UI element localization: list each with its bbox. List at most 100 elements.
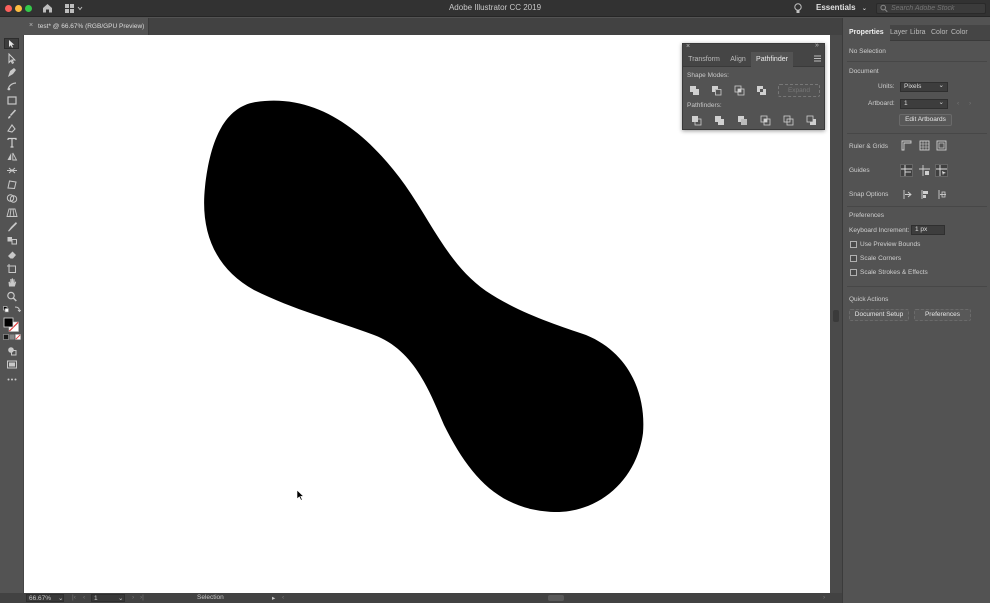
eraser-tool[interactable] [6,249,18,260]
color-mode-icons[interactable] [3,334,21,340]
panel-header[interactable]: × » [683,42,824,52]
previous-artboard-icon[interactable]: ‹ [957,100,959,107]
direct-selection-tool[interactable] [6,53,18,64]
document-setup-button[interactable]: Document Setup [849,309,909,321]
pen-tool[interactable] [6,67,18,78]
curvature-tool[interactable] [6,81,18,92]
units-dropdown[interactable]: Pixels ⌄ [900,82,948,92]
first-artboard-icon[interactable]: |‹ [72,594,76,601]
tab-properties[interactable]: Properties [843,25,890,41]
search-input[interactable] [891,4,983,13]
paintbrush-tool[interactable] [6,109,18,120]
next-artboard-icon[interactable]: › [969,100,971,107]
drawing-modes-icon[interactable] [6,345,18,356]
reflect-tool[interactable] [6,151,18,162]
snap-to-grid-icon[interactable] [919,189,930,200]
crop-icon[interactable] [760,115,771,126]
default-colors-icon[interactable] [3,306,21,315]
shape-modes-label: Shape Modes: [687,72,729,79]
close-panel-icon[interactable]: × [686,43,690,50]
keyboard-increment-label: Keyboard Increment: [849,227,910,234]
panel-menu-icon[interactable] [814,55,821,64]
artboard-tool[interactable] [6,263,18,274]
status-menu-arrow-icon[interactable]: ▸ [272,594,275,602]
minus-front-icon[interactable] [711,85,722,96]
use-preview-bounds-checkbox[interactable] [850,241,857,248]
hand-tool[interactable] [6,277,18,288]
unite-icon[interactable] [689,85,700,96]
current-tool-label: Selection [197,594,224,601]
scroll-right-icon[interactable]: › [823,594,825,601]
scale-corners-checkbox[interactable] [850,255,857,262]
shape-builder-tool[interactable] [6,193,18,204]
minus-back-icon[interactable] [806,115,817,126]
screen-mode-icon[interactable] [6,359,18,370]
properties-panel: Properties Layer Libra Color Color No Se… [842,18,990,603]
selection-status: No Selection [849,48,886,55]
eyedropper-tool[interactable] [6,221,18,232]
tab-transform[interactable]: Transform [683,52,725,67]
merge-icon[interactable] [737,115,748,126]
close-tab-icon[interactable]: × [29,22,33,29]
tab-layers[interactable]: Layer [890,25,908,41]
scroll-left-icon[interactable]: ‹ [282,594,284,601]
next-artboard-icon[interactable]: › [132,594,134,601]
artboard-number: 1 [94,595,98,602]
outline-icon[interactable] [783,115,794,126]
ruler-icon[interactable] [901,140,912,151]
chevron-down-icon: ⌄ [938,99,944,106]
transparency-grid-icon[interactable] [936,140,947,151]
keyboard-increment-field[interactable]: 1 px [911,225,945,235]
free-transform-tool[interactable] [6,179,18,190]
black-blob-shape[interactable] [204,100,644,513]
document-tab[interactable]: × test* @ 66.67% (RGB/GPU Preview) [24,18,149,35]
edit-artboards-button[interactable]: Edit Artboards [899,114,952,126]
lock-guides-icon[interactable] [919,165,930,176]
exclude-icon[interactable] [756,85,767,96]
preferences-button[interactable]: Preferences [914,309,971,321]
tab-color-guide[interactable]: Color [931,25,948,41]
artboard-dropdown[interactable]: 1 ⌄ [900,99,948,109]
search-icon [880,4,888,15]
more-tools-icon[interactable] [6,377,18,388]
panel-tabs: Transform Align Pathfinder [683,52,824,67]
last-artboard-icon[interactable]: ›| [140,594,144,601]
intersect-icon[interactable] [734,85,745,96]
lightbulb-icon[interactable] [794,3,802,16]
blend-tool[interactable] [6,235,18,246]
grid-icon[interactable] [919,140,930,151]
vertical-scrollbar[interactable] [830,35,842,593]
quick-actions-heading: Quick Actions [849,296,889,303]
trim-icon[interactable] [714,115,725,126]
perspective-grid-tool[interactable] [6,207,18,218]
snap-to-pixel-icon[interactable] [936,189,947,200]
ruler-grids-label: Ruler & Grids [849,143,889,150]
horizontal-scroll-thumb[interactable] [548,595,564,601]
type-tool[interactable] [6,137,18,148]
expand-button[interactable]: Expand [778,84,820,97]
previous-artboard-icon[interactable]: ‹ [83,594,85,601]
stock-search-box[interactable] [876,3,986,14]
smart-guides-icon[interactable] [935,164,948,177]
rectangle-tool[interactable] [6,95,18,106]
width-tool[interactable] [6,165,18,176]
fill-stroke-swatch[interactable] [3,317,21,332]
zoom-dropdown[interactable]: 66.67% ⌄ [26,594,64,602]
scale-strokes-checkbox[interactable] [850,269,857,276]
tab-pathfinder[interactable]: Pathfinder [751,52,793,67]
show-guides-icon[interactable] [900,164,913,177]
workspace-switcher[interactable]: Essentials ⌄ [816,3,867,12]
zoom-tool[interactable] [6,291,18,302]
scrollbar-grip[interactable] [833,310,839,322]
artboard-number-dropdown[interactable]: 1 ⌄ [91,594,125,602]
tab-color[interactable]: Color [951,25,968,41]
divide-icon[interactable] [691,115,702,126]
selection-tool[interactable] [4,38,19,49]
shaper-tool[interactable] [6,123,18,134]
tab-align[interactable]: Align [725,52,751,67]
collapse-panel-icon[interactable]: » [815,42,819,49]
tools-panel [0,35,24,593]
snap-to-point-icon[interactable] [901,189,912,200]
tab-libraries[interactable]: Libra [910,25,926,41]
units-value: Pixels [904,83,922,90]
